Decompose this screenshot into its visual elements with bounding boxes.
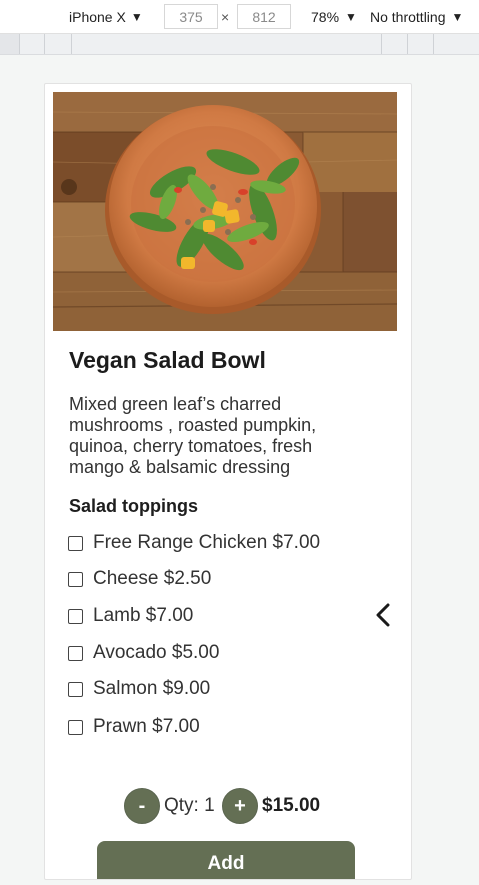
ruler-tick (433, 34, 434, 54)
ruler-tick (44, 34, 45, 54)
topping-option[interactable]: Salmon $9.00 (68, 677, 210, 701)
total-price: $15.00 (262, 795, 321, 816)
topping-option[interactable]: Cheese $2.50 (68, 567, 211, 591)
salad-bowl-photo (53, 92, 397, 331)
width-input[interactable]: 375 (164, 4, 218, 29)
throttling-value: No throttling (370, 8, 446, 25)
ruler-tick (381, 34, 382, 54)
checkbox[interactable] (68, 719, 83, 735)
product-title: Vegan Salad Bowl (69, 347, 266, 373)
quantity-row: - Qty: 1 + $15.00 (45, 788, 411, 824)
topping-label: Cheese $2.50 (93, 568, 212, 589)
product-card: Vegan Salad Bowl Mixed green leaf’s char… (44, 83, 412, 880)
device-name: iPhone X (69, 8, 126, 25)
triangle-down-icon: ▼ (451, 9, 464, 24)
checkbox[interactable] (68, 571, 83, 587)
topping-option[interactable]: Free Range Chicken $7.00 (68, 531, 320, 555)
media-query-ruler[interactable] (0, 34, 479, 55)
topping-label: Free Range Chicken $7.00 (93, 532, 321, 553)
dimension-separator: × (221, 8, 230, 25)
add-button[interactable]: Add (97, 841, 355, 879)
throttling-select[interactable]: No throttling ▼ (370, 0, 463, 33)
checkbox[interactable] (68, 535, 83, 551)
device-select[interactable]: iPhone X ▼ (69, 0, 143, 33)
triangle-down-icon: ▼ (130, 9, 143, 24)
increase-qty-button[interactable]: + (222, 788, 258, 824)
ruler-tick (71, 34, 72, 54)
topping-option[interactable]: Lamb $7.00 (68, 604, 193, 628)
ruler-segment[interactable] (0, 34, 20, 54)
topping-label: Prawn $7.00 (93, 716, 200, 737)
checkbox[interactable] (68, 608, 83, 624)
zoom-value: 78% (311, 8, 340, 25)
topping-option[interactable]: Prawn $7.00 (68, 715, 200, 739)
zoom-select[interactable]: 78% ▼ (311, 0, 357, 33)
chevron-left-icon[interactable] (372, 602, 394, 628)
product-description: Mixed green leaf’s charred mushrooms , r… (69, 394, 317, 477)
height-input[interactable]: 812 (237, 4, 291, 29)
devtools-toolbar: iPhone X ▼ 375 × 812 78% ▼ No throttling… (0, 0, 479, 34)
checkbox[interactable] (68, 681, 83, 697)
qty-label: Qty: 1 (164, 795, 215, 816)
decrease-qty-button[interactable]: - (124, 788, 160, 824)
product-image (53, 92, 397, 331)
triangle-down-icon: ▼ (345, 9, 357, 24)
ruler-tick (407, 34, 408, 54)
topping-label: Avocado $5.00 (93, 642, 220, 663)
toppings-heading: Salad toppings (69, 496, 199, 516)
topping-option[interactable]: Avocado $5.00 (68, 641, 219, 665)
topping-label: Salmon $9.00 (93, 678, 211, 699)
checkbox[interactable] (68, 645, 83, 661)
topping-label: Lamb $7.00 (93, 605, 194, 626)
